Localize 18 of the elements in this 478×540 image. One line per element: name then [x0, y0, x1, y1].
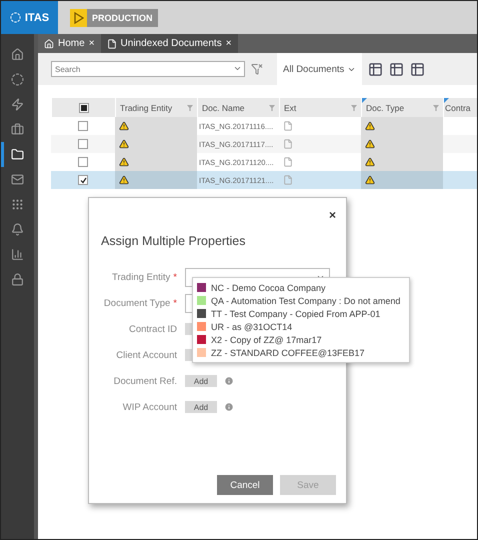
dialog-title: Assign Multiple Properties [101, 234, 247, 248]
column-label: Doc. Type [366, 102, 404, 112]
field-label: Document Type [104, 298, 170, 308]
field-label: WIP Account [122, 402, 177, 412]
required-marker: * [173, 272, 177, 282]
field-label: Contract ID [128, 324, 177, 334]
column-label: Contra [445, 102, 471, 112]
field-label: Client Account [116, 350, 177, 360]
column-label: Ext [284, 102, 296, 112]
tab-label: Home [58, 38, 85, 49]
logo-text: ITAS [24, 12, 50, 24]
field-label: Document Ref. [114, 376, 177, 386]
column-label: Trading Entity [120, 102, 172, 112]
tab-label: Unindexed Documents [120, 38, 222, 49]
environment-label: PRODUCTION [87, 9, 158, 27]
field-label: Trading Entity [112, 272, 170, 282]
column-label: Doc. Name [202, 102, 245, 112]
required-marker: * [173, 298, 177, 308]
